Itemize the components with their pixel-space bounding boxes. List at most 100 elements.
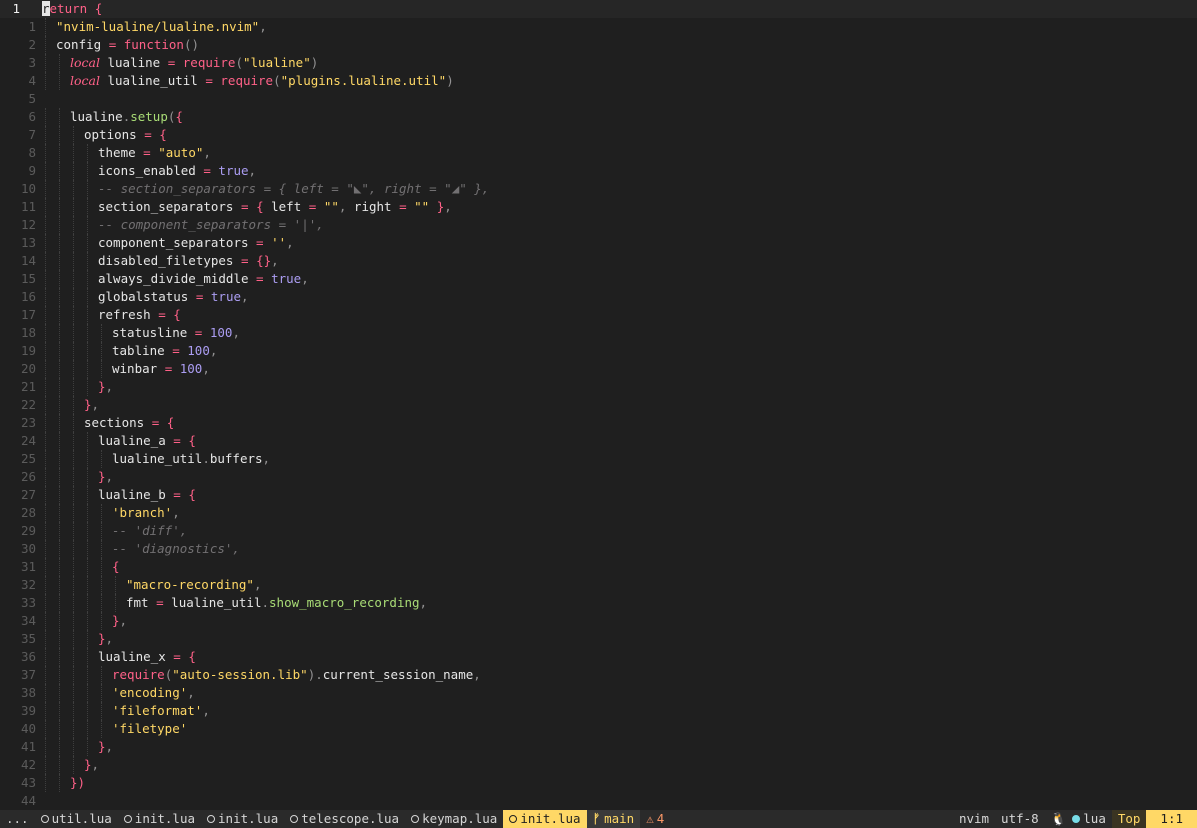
code-line[interactable]: 31 { xyxy=(0,558,1197,576)
buffer-tab[interactable]: init.lua xyxy=(118,810,201,828)
code-line[interactable]: 3 local lualine = require("lualine") xyxy=(0,54,1197,72)
token-id: theme xyxy=(98,145,144,160)
code-line[interactable]: 32 "macro-recording", xyxy=(0,576,1197,594)
code-line[interactable]: 37 require("auto-session.lib").current_se… xyxy=(0,666,1197,684)
token-id: lualine_util xyxy=(112,451,203,466)
token-id: options xyxy=(84,127,145,142)
code-line[interactable]: 35}, xyxy=(0,630,1197,648)
code-line[interactable]: 4 local lualine_util = require("plugins.l… xyxy=(0,72,1197,90)
code-line[interactable]: 10 -- section_separators = { left = "◣", … xyxy=(0,180,1197,198)
token-id: sections xyxy=(84,415,152,430)
code-line[interactable]: 44 xyxy=(0,792,1197,810)
token-str: '' xyxy=(271,235,287,250)
indent-guide xyxy=(45,144,46,162)
code-text: 'encoding', xyxy=(112,684,195,702)
code-line[interactable]: 20 winbar = 100, xyxy=(0,360,1197,378)
code-line[interactable]: 29 -- 'diff', xyxy=(0,522,1197,540)
code-line[interactable]: 18 statusline = 100, xyxy=(0,324,1197,342)
code-text: }, xyxy=(98,378,113,396)
code-line[interactable]: 13 component_separators = '', xyxy=(0,234,1197,252)
indent-guide xyxy=(59,540,60,558)
indent-guide xyxy=(45,324,46,342)
code-line[interactable]: 9 icons_enabled = true, xyxy=(0,162,1197,180)
code-line[interactable]: 33 fmt = lualine_util.show_macro_recordin… xyxy=(0,594,1197,612)
indent-guide xyxy=(73,414,74,432)
code-line[interactable]: 15 always_divide_middle = true, xyxy=(0,270,1197,288)
code-line[interactable]: 17 refresh = { xyxy=(0,306,1197,324)
buffer-tab-active[interactable]: init.lua xyxy=(503,810,587,828)
token-id: section_separators xyxy=(98,199,241,214)
code-line[interactable]: 5 xyxy=(0,90,1197,108)
code-line[interactable]: 30 -- 'diagnostics', xyxy=(0,540,1197,558)
buffer-tab[interactable]: util.lua xyxy=(35,810,118,828)
buffer-tab[interactable]: telescope.lua xyxy=(284,810,405,828)
line-number: 26 xyxy=(20,469,36,484)
code-line[interactable]: 19 tabline = 100, xyxy=(0,342,1197,360)
buffer-tab[interactable]: init.lua xyxy=(201,810,284,828)
code-line[interactable]: 1 "nvim-lualine/lualine.nvim", xyxy=(0,18,1197,36)
code-line[interactable]: 24 lualine_a = { xyxy=(0,432,1197,450)
indent-guide xyxy=(59,450,60,468)
line-number: 29 xyxy=(20,523,36,538)
code-line[interactable]: 40 'filetype' xyxy=(0,720,1197,738)
indent-guide xyxy=(73,576,74,594)
editor-pane[interactable]: 1 return {1 "nvim-lualine/lualine.nvim", 2 c… xyxy=(0,0,1197,810)
code-line[interactable]: 43}) xyxy=(0,774,1197,792)
diagnostic-warnings[interactable]: ⚠ 4 xyxy=(640,810,670,828)
code-line[interactable]: 42}, xyxy=(0,756,1197,774)
code-line[interactable]: 36 lualine_x = { xyxy=(0,648,1197,666)
code-line[interactable]: 28 'branch', xyxy=(0,504,1197,522)
token-str: "nvim-lualine/lualine.nvim" xyxy=(56,19,260,34)
code-line[interactable]: 14 disabled_filetypes = {}, xyxy=(0,252,1197,270)
line-number: 23 xyxy=(20,415,36,430)
indent-guide xyxy=(73,270,74,288)
buffer-tab[interactable]: keymap.lua xyxy=(405,810,503,828)
code-line[interactable]: 11 section_separators = { left = "", righ… xyxy=(0,198,1197,216)
code-text: section_separators = { left = "", right … xyxy=(98,198,452,216)
code-line[interactable]: 6 lualine.setup({ xyxy=(0,108,1197,126)
code-text: icons_enabled = true, xyxy=(98,162,256,180)
indent-guide xyxy=(87,180,88,198)
indent-guide xyxy=(87,738,88,756)
code-line[interactable]: 27 lualine_b = { xyxy=(0,486,1197,504)
line-number: 42 xyxy=(20,757,36,772)
buffer-name: init.lua xyxy=(520,811,581,826)
code-line[interactable]: 22}, xyxy=(0,396,1197,414)
indent-guide xyxy=(45,648,46,666)
code-line[interactable]: 34}, xyxy=(0,612,1197,630)
code-line[interactable]: 8 theme = "auto", xyxy=(0,144,1197,162)
code-line[interactable]: 41}, xyxy=(0,738,1197,756)
code-text: theme = "auto", xyxy=(98,144,211,162)
indent-guide xyxy=(59,612,60,630)
indent-guide xyxy=(87,684,88,702)
indent-guide xyxy=(45,612,46,630)
token-brace: } xyxy=(98,631,106,646)
code-line[interactable]: 38 'encoding', xyxy=(0,684,1197,702)
code-line[interactable]: 25 lualine_util.buffers, xyxy=(0,450,1197,468)
code-line[interactable]: 21}, xyxy=(0,378,1197,396)
indent-guide xyxy=(59,576,60,594)
code-line[interactable]: 2 config = function() xyxy=(0,36,1197,54)
code-line[interactable]: 26}, xyxy=(0,468,1197,486)
indent-guide xyxy=(87,144,88,162)
token-punc: , xyxy=(91,397,100,412)
git-branch-name: main xyxy=(604,811,635,826)
code-line[interactable]: 7 options = { xyxy=(0,126,1197,144)
indent-guide xyxy=(45,450,46,468)
indent-guide xyxy=(73,594,74,612)
code-line[interactable]: 1 return { xyxy=(0,0,1197,18)
buffer-list: util.lua init.lua init.lua telescope.lua key… xyxy=(35,810,587,828)
line-number: 32 xyxy=(20,577,36,592)
indent-guide xyxy=(87,342,88,360)
token-punc: , xyxy=(203,145,211,160)
code-line[interactable]: 23 sections = { xyxy=(0,414,1197,432)
token-id xyxy=(203,289,211,304)
token-local: local xyxy=(70,55,100,70)
buffer-overflow-indicator[interactable]: ... xyxy=(0,810,35,828)
code-line[interactable]: 16 globalstatus = true, xyxy=(0,288,1197,306)
indent-guide xyxy=(87,288,88,306)
code-line[interactable]: 39 'fileformat', xyxy=(0,702,1197,720)
code-line[interactable]: 12 -- component_separators = '|', xyxy=(0,216,1197,234)
code-text: disabled_filetypes = {}, xyxy=(98,252,279,270)
line-number: 17 xyxy=(20,307,36,322)
